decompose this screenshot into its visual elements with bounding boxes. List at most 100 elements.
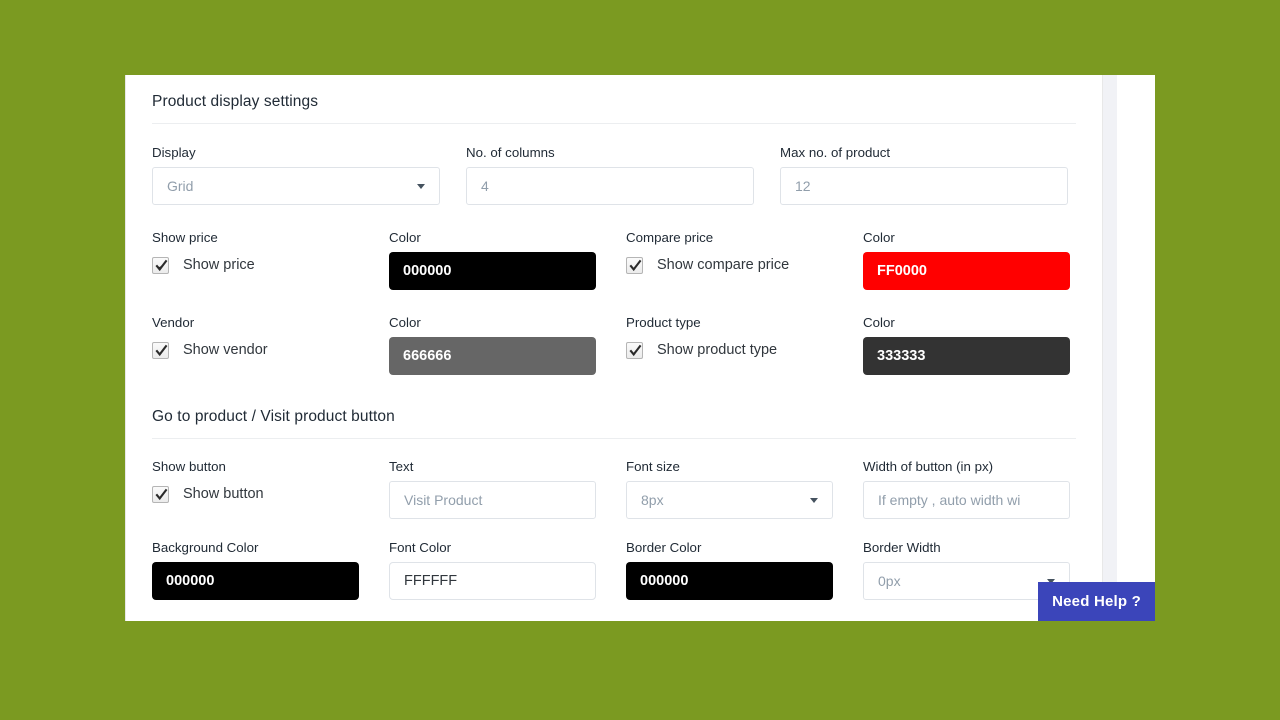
check-icon	[154, 343, 169, 358]
field-show-vendor: Vendor Show vendor	[152, 315, 389, 375]
font-color-value: FFFFFF	[404, 573, 457, 589]
font-size-select-value: 8px	[641, 492, 664, 508]
form-row-vendor: Vendor Show vendor Color 666666 Pro	[126, 315, 1102, 375]
price-color-value: 000000	[403, 263, 451, 279]
vendor-color-swatch[interactable]: 666666	[389, 337, 596, 375]
field-border-color: Border Color 000000	[626, 540, 863, 600]
display-select-value: Grid	[167, 178, 193, 194]
field-price-color: Color 000000	[389, 230, 626, 290]
price-color-swatch[interactable]: 000000	[389, 252, 596, 290]
field-font-color: Font Color FFFFFF	[389, 540, 626, 600]
show-button-checkbox[interactable]	[152, 486, 169, 503]
columns-input[interactable]: 4	[466, 167, 754, 205]
section-title-product-display: Product display settings	[126, 93, 1102, 111]
settings-panel: Product display settings Display Grid No…	[125, 75, 1155, 621]
show-button-checkbox-label: Show button	[183, 486, 264, 502]
show-product-type-checkbox-label: Show product type	[657, 342, 777, 358]
field-label-show-button: Show button	[152, 459, 389, 474]
field-label-button-text: Text	[389, 459, 626, 474]
field-show-price: Show price Show price	[152, 230, 389, 290]
chevron-down-icon	[417, 184, 425, 189]
compare-price-color-value: FF0000	[877, 263, 927, 279]
show-price-checkbox-label: Show price	[183, 257, 255, 273]
button-width-input-value: If empty , auto width wi	[878, 492, 1020, 508]
show-price-checkbox[interactable]	[152, 257, 169, 274]
section-divider	[152, 123, 1076, 124]
show-button-checkbox-row[interactable]: Show button	[152, 481, 389, 507]
field-max-products: Max no. of product 12	[780, 145, 1094, 205]
need-help-label: Need Help ?	[1052, 593, 1141, 610]
font-size-select[interactable]: 8px	[626, 481, 833, 519]
border-color-swatch[interactable]: 000000	[626, 562, 833, 600]
compare-price-color-swatch[interactable]: FF0000	[863, 252, 1070, 290]
field-label-product-type-color: Color	[863, 315, 1100, 330]
need-help-button[interactable]: Need Help ?	[1038, 582, 1155, 621]
field-label-show-price: Show price	[152, 230, 389, 245]
field-show-product-type: Product type Show product type	[626, 315, 863, 375]
columns-input-value: 4	[481, 178, 489, 194]
form-row-button-colors: Background Color 000000 Font Color FFFFF…	[126, 540, 1102, 600]
show-compare-price-checkbox-label: Show compare price	[657, 257, 789, 273]
border-width-select-value: 0px	[878, 573, 901, 589]
section-title-visit-product: Go to product / Visit product button	[126, 408, 1102, 426]
button-width-input[interactable]: If empty , auto width wi	[863, 481, 1070, 519]
field-label-columns: No. of columns	[466, 145, 780, 160]
field-compare-price-color: Color FF0000	[863, 230, 1100, 290]
vendor-color-value: 666666	[403, 348, 451, 364]
border-color-value: 000000	[640, 573, 688, 589]
field-button-width: Width of button (in px) If empty , auto …	[863, 459, 1100, 519]
show-vendor-checkbox-label: Show vendor	[183, 342, 268, 358]
section-divider-2	[152, 438, 1076, 439]
form-row-price: Show price Show price Color 000000	[126, 230, 1102, 290]
settings-panel-content: Product display settings Display Grid No…	[125, 75, 1103, 621]
field-show-button: Show button Show button	[152, 459, 389, 519]
form-row-button: Show button Show button Text Visit Produ…	[126, 459, 1102, 519]
field-label-background-color: Background Color	[152, 540, 389, 555]
field-label-compare-price: Compare price	[626, 230, 863, 245]
field-label-vendor: Vendor	[152, 315, 389, 330]
field-label-font-color: Font Color	[389, 540, 626, 555]
show-vendor-checkbox[interactable]	[152, 342, 169, 359]
field-label-button-width: Width of button (in px)	[863, 459, 1100, 474]
font-color-swatch[interactable]: FFFFFF	[389, 562, 596, 600]
max-products-input[interactable]: 12	[780, 167, 1068, 205]
field-product-type-color: Color 333333	[863, 315, 1100, 375]
field-columns: No. of columns 4	[466, 145, 780, 205]
field-label-product-type: Product type	[626, 315, 863, 330]
button-text-input[interactable]: Visit Product	[389, 481, 596, 519]
field-label-border-color: Border Color	[626, 540, 863, 555]
chevron-down-icon	[810, 498, 818, 503]
product-type-color-value: 333333	[877, 348, 925, 364]
form-row-display: Display Grid No. of columns 4 Max no. of…	[126, 145, 1102, 205]
product-type-color-swatch[interactable]: 333333	[863, 337, 1070, 375]
max-products-input-value: 12	[795, 178, 811, 194]
check-icon	[154, 487, 169, 502]
field-label-font-size: Font size	[626, 459, 863, 474]
field-font-size: Font size 8px	[626, 459, 863, 519]
check-icon	[628, 258, 643, 273]
vertical-scrollbar[interactable]	[1103, 75, 1117, 621]
button-text-input-value: Visit Product	[404, 492, 482, 508]
field-label-display: Display	[152, 145, 466, 160]
field-show-compare-price: Compare price Show compare price	[626, 230, 863, 290]
field-vendor-color: Color 666666	[389, 315, 626, 375]
show-compare-price-checkbox[interactable]	[626, 257, 643, 274]
show-vendor-checkbox-row[interactable]: Show vendor	[152, 337, 389, 363]
background-color-value: 000000	[166, 573, 214, 589]
background-color-swatch[interactable]: 000000	[152, 562, 359, 600]
show-compare-price-checkbox-row[interactable]: Show compare price	[626, 252, 863, 278]
panel-right-spacer	[1117, 75, 1155, 621]
show-product-type-checkbox-row[interactable]: Show product type	[626, 337, 863, 363]
field-background-color: Background Color 000000	[152, 540, 389, 600]
field-label-compare-price-color: Color	[863, 230, 1100, 245]
show-product-type-checkbox[interactable]	[626, 342, 643, 359]
display-select[interactable]: Grid	[152, 167, 440, 205]
field-button-text: Text Visit Product	[389, 459, 626, 519]
show-price-checkbox-row[interactable]: Show price	[152, 252, 389, 278]
check-icon	[154, 258, 169, 273]
field-display: Display Grid	[152, 145, 466, 205]
check-icon	[628, 343, 643, 358]
field-label-max-products: Max no. of product	[780, 145, 1094, 160]
field-label-vendor-color: Color	[389, 315, 626, 330]
field-label-border-width: Border Width	[863, 540, 1100, 555]
